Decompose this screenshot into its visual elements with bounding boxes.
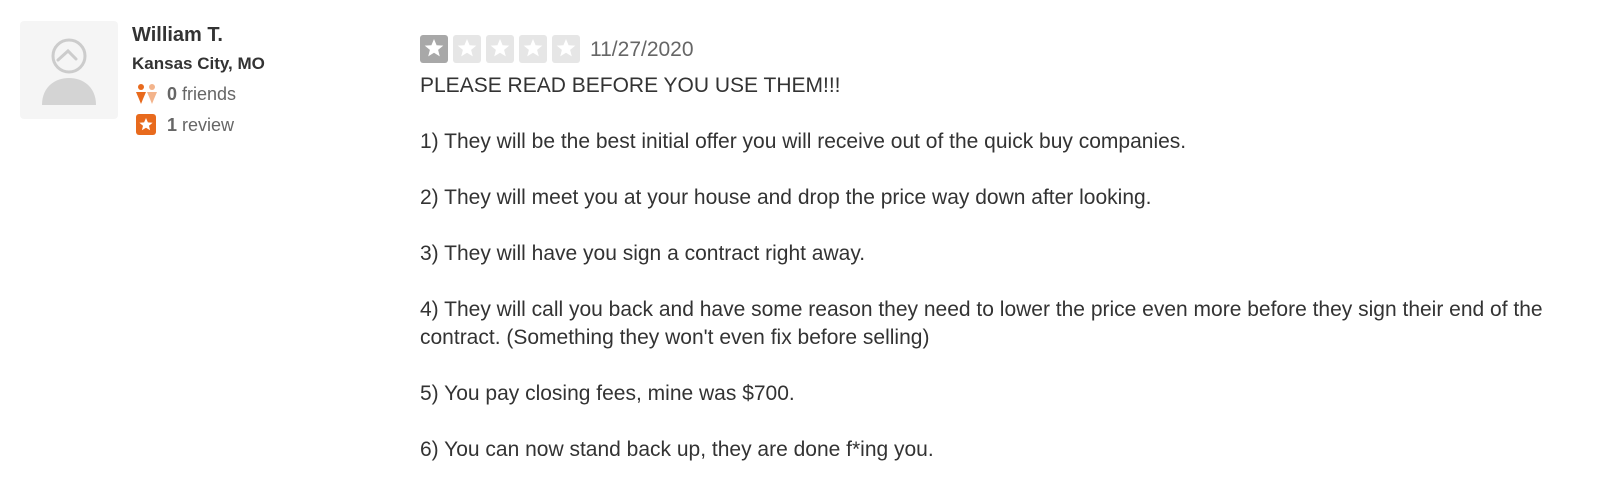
star-empty-icon xyxy=(486,35,514,63)
friends-icon xyxy=(134,83,158,105)
review-date: 11/27/2020 xyxy=(590,38,694,61)
rating-row: 11/27/2020 xyxy=(420,34,1600,65)
default-user-avatar-icon xyxy=(42,38,96,105)
review-paragraph: 5) You pay closing fees, mine was $700. xyxy=(420,382,795,405)
friends-count-value: 0 xyxy=(167,84,178,104)
user-avatar[interactable] xyxy=(20,21,118,119)
user-name[interactable]: William T. xyxy=(132,22,392,48)
review-label: review xyxy=(182,115,235,135)
review-paragraph: 1) They will be the best initial offer y… xyxy=(420,130,1187,153)
star-empty-icon xyxy=(519,35,547,63)
friends-count: 0 friends xyxy=(132,83,236,105)
review-paragraph: 4) They will call you back and have some… xyxy=(420,298,1543,349)
review-item: William T. Kansas City, MO 0 friends 1 r… xyxy=(0,0,1616,494)
review-count-value: 1 xyxy=(167,115,178,135)
star-empty-icon xyxy=(453,35,481,63)
review-paragraph: 2) They will meet you at your house and … xyxy=(420,186,1152,209)
review-count: 1 review xyxy=(132,114,234,136)
review-paragraph: PLEASE READ BEFORE YOU USE THEM!!! xyxy=(420,74,841,97)
star-rating xyxy=(420,34,585,65)
review-paragraph: 3) They will have you sign a contract ri… xyxy=(420,242,866,265)
friends-label: friends xyxy=(182,84,237,104)
user-passport: William T. Kansas City, MO 0 friends 1 r… xyxy=(132,22,392,135)
review-content: 11/27/2020 PLEASE READ BEFORE YOU USE TH… xyxy=(420,34,1600,492)
star-empty-icon xyxy=(552,35,580,63)
user-location: Kansas City, MO xyxy=(132,54,265,73)
star-filled-icon xyxy=(420,35,448,63)
review-star-icon xyxy=(134,114,158,136)
review-text: PLEASE READ BEFORE YOU USE THEM!!! 1) The… xyxy=(420,72,1600,464)
review-paragraph: 6) You can now stand back up, they are d… xyxy=(420,438,934,461)
